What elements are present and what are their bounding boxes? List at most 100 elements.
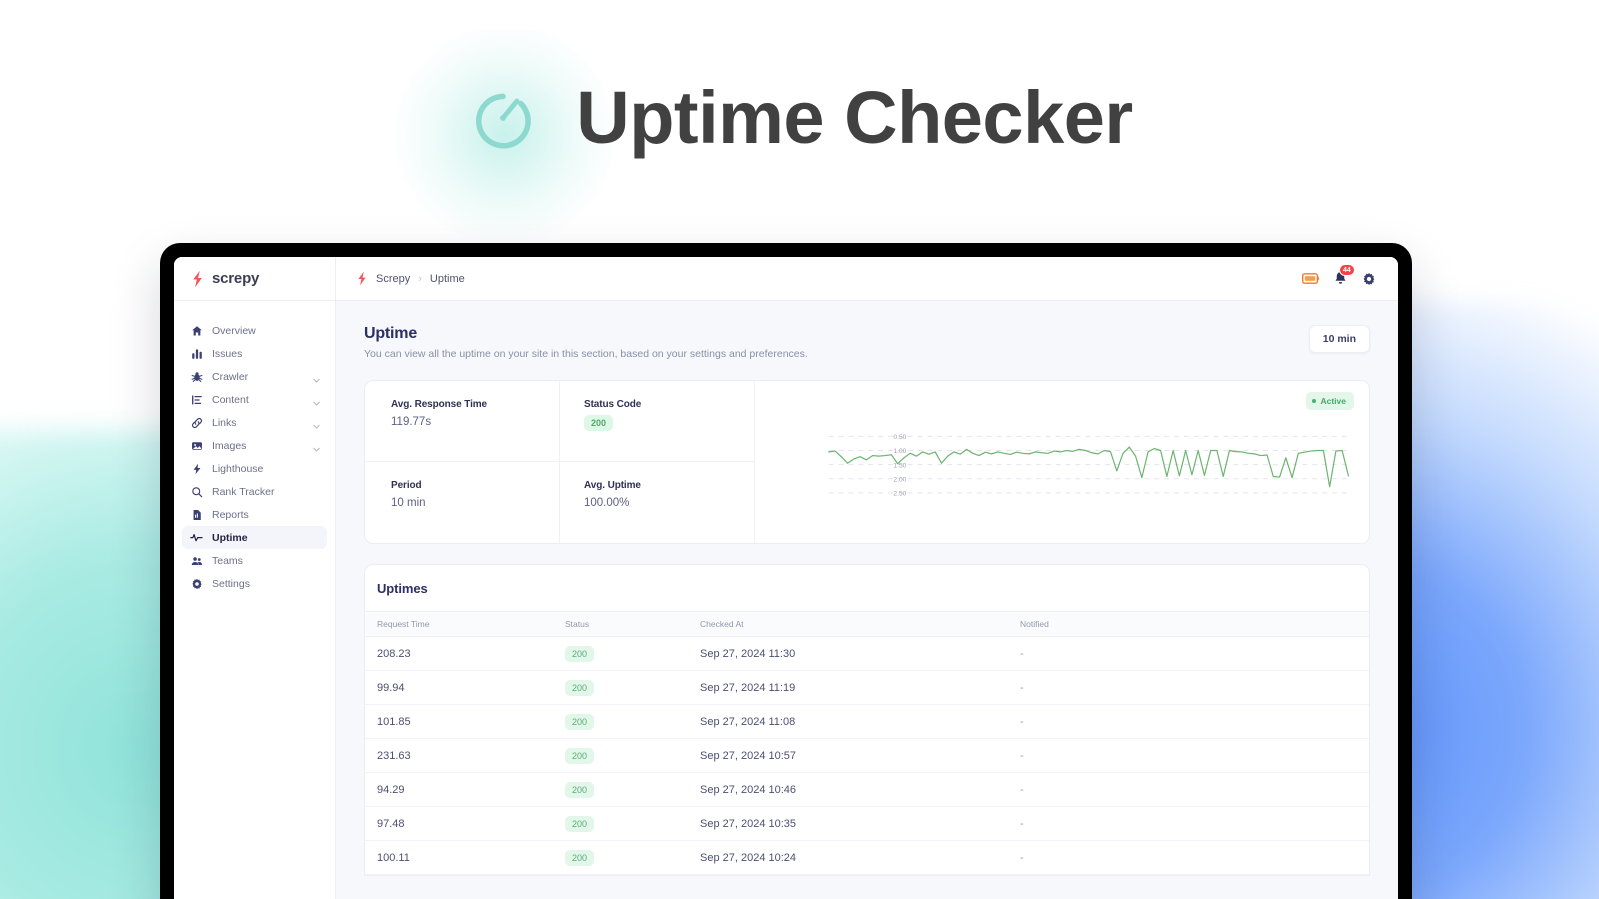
image-icon	[190, 439, 203, 452]
stat-status-code: Status Code 200	[560, 381, 755, 462]
breadcrumb-separator: ›	[418, 272, 422, 285]
cell-status: 200	[565, 840, 700, 875]
cell-checked-at: Sep 27, 2024 11:19	[700, 670, 1020, 705]
status-badge: 200	[565, 815, 595, 832]
chevron-down-icon[interactable]	[312, 418, 321, 429]
cell-notified: -	[1020, 636, 1369, 671]
sidebar-item-content[interactable]: Content	[182, 388, 327, 411]
sidebar-item-label: Images	[212, 439, 247, 452]
table-row[interactable]: 94.29 200 Sep 27, 2024 10:46-	[365, 772, 1369, 807]
sidebar-item-links[interactable]: Links	[182, 411, 327, 434]
brand-name: screpy	[212, 270, 260, 287]
chevron-down-icon[interactable]	[312, 372, 321, 383]
hero-banner: Uptime Checker	[0, 0, 1599, 236]
screpy-logo-icon	[356, 271, 368, 286]
uptimes-table: Request Time Status Checked At Notified …	[365, 611, 1369, 875]
notified-value: -	[1020, 783, 1024, 796]
topbar: Screpy › Uptime 44	[336, 257, 1398, 301]
notified-value: -	[1020, 749, 1024, 762]
period-button[interactable]: 10 min	[1308, 325, 1370, 353]
table-row[interactable]: 97.48 200 Sep 27, 2024 10:35-	[365, 806, 1369, 841]
gear-icon[interactable]	[1362, 272, 1376, 286]
bug-icon	[190, 370, 203, 383]
breadcrumb-root[interactable]: Screpy	[376, 273, 410, 285]
table-row[interactable]: 99.94 200 Sep 27, 2024 11:19-	[365, 670, 1369, 705]
brand[interactable]: screpy	[174, 257, 335, 301]
sidebar-item-settings[interactable]: Settings	[182, 572, 327, 595]
cell-checked-at: Sep 27, 2024 10:35	[700, 806, 1020, 841]
cell-status: 200	[565, 806, 700, 841]
cell-checked-at: Sep 27, 2024 10:46	[700, 772, 1020, 807]
cell-request-time: 208.23	[365, 636, 565, 671]
notified-value: -	[1020, 851, 1024, 864]
cell-status: 200	[565, 670, 700, 705]
main-column: Screpy › Uptime 44 Uptime You can view a…	[336, 257, 1398, 899]
cell-status: 200	[565, 738, 700, 773]
chevron-down-icon[interactable]	[312, 441, 321, 452]
page-subtitle: You can view all the uptime on your site…	[364, 348, 808, 360]
stat-label: Status Code	[584, 399, 642, 410]
bolt-icon	[190, 462, 203, 475]
notified-value: -	[1020, 817, 1024, 830]
sidebar-item-issues[interactable]: Issues	[182, 342, 327, 365]
cell-notified: -	[1020, 738, 1369, 773]
table-head: Request Time Status Checked At Notified	[365, 611, 1369, 637]
sidebar-item-label: Crawler	[212, 370, 249, 383]
sidebar-item-images[interactable]: Images	[182, 434, 327, 457]
table-row[interactable]: 208.23 200 Sep 27, 2024 11:30-	[365, 636, 1369, 671]
laptop-frame: screpy Overview Issues Crawler Content L…	[160, 243, 1412, 899]
cell-notified: -	[1020, 806, 1369, 841]
status-badge: 200	[565, 645, 595, 662]
page-title: Uptime	[364, 325, 418, 342]
status-badge: 200	[565, 747, 595, 764]
sidebar-item-overview[interactable]: Overview	[182, 319, 327, 342]
stat-label: Avg. Uptime	[584, 480, 641, 491]
home-icon	[190, 324, 203, 337]
sidebar-item-label: Overview	[212, 324, 256, 337]
breadcrumb: Screpy › Uptime	[356, 271, 465, 286]
cell-checked-at: Sep 27, 2024 10:57	[700, 738, 1020, 773]
uptimes-title: Uptimes	[377, 581, 428, 596]
notified-value: -	[1020, 647, 1024, 660]
document-icon	[190, 508, 203, 521]
cell-request-time: 101.85	[365, 704, 565, 739]
active-status-badge: Active	[1306, 392, 1354, 410]
table-row[interactable]: 231.63 200 Sep 27, 2024 10:57-	[365, 738, 1369, 773]
y-axis-tick-label: 2.00	[893, 476, 906, 483]
cell-request-time: 231.63	[365, 738, 565, 773]
sidebar-item-label: Issues	[212, 347, 243, 360]
sidebar-item-lighthouse[interactable]: Lighthouse	[182, 457, 327, 480]
credits-icon[interactable]	[1302, 273, 1319, 284]
people-icon	[190, 554, 203, 567]
page-root: Uptime Checker screpy Overview Issues Cr…	[0, 0, 1599, 899]
y-axis-tick-label: 0.50	[893, 434, 906, 441]
chevron-down-icon[interactable]	[312, 395, 321, 406]
sidebar: screpy Overview Issues Crawler Content L…	[174, 257, 336, 899]
sidebar-item-label: Rank Tracker	[212, 485, 275, 498]
sidebar-item-label: Teams	[212, 554, 243, 567]
link-icon	[190, 416, 203, 429]
search-icon	[190, 485, 203, 498]
status-badge: 200	[584, 415, 614, 431]
sidebar-item-teams[interactable]: Teams	[182, 549, 327, 572]
pulse-icon	[190, 531, 203, 544]
sidebar-item-crawler[interactable]: Crawler	[182, 365, 327, 388]
cell-request-time: 100.11	[365, 840, 565, 875]
bell-icon[interactable]: 44	[1334, 264, 1355, 286]
sidebar-item-rank-tracker[interactable]: Rank Tracker	[182, 480, 327, 503]
table-row[interactable]: 101.85 200 Sep 27, 2024 11:08-	[365, 704, 1369, 739]
sidebar-item-label: Lighthouse	[212, 462, 264, 475]
sidebar-item-reports[interactable]: Reports	[182, 503, 327, 526]
active-status-label: Active	[1320, 396, 1346, 406]
cell-request-time: 99.94	[365, 670, 565, 705]
uptime-chart-panel: Active 0.50 1.00 1.50 2.00 2.50	[755, 381, 1369, 543]
page-header: Uptime You can view all the uptime on yo…	[364, 325, 1370, 360]
stat-value: 119.77s	[391, 416, 432, 428]
sidebar-item-uptime[interactable]: Uptime	[182, 526, 327, 549]
cell-status: 200	[565, 636, 700, 671]
table-row[interactable]: 100.11 200 Sep 27, 2024 10:24-	[365, 840, 1369, 875]
uptime-chart: 0.50 1.00 1.50 2.00 2.50	[763, 421, 1355, 529]
list-icon	[190, 393, 203, 406]
notified-value: -	[1020, 681, 1024, 694]
sidebar-item-label: Uptime	[212, 531, 248, 544]
